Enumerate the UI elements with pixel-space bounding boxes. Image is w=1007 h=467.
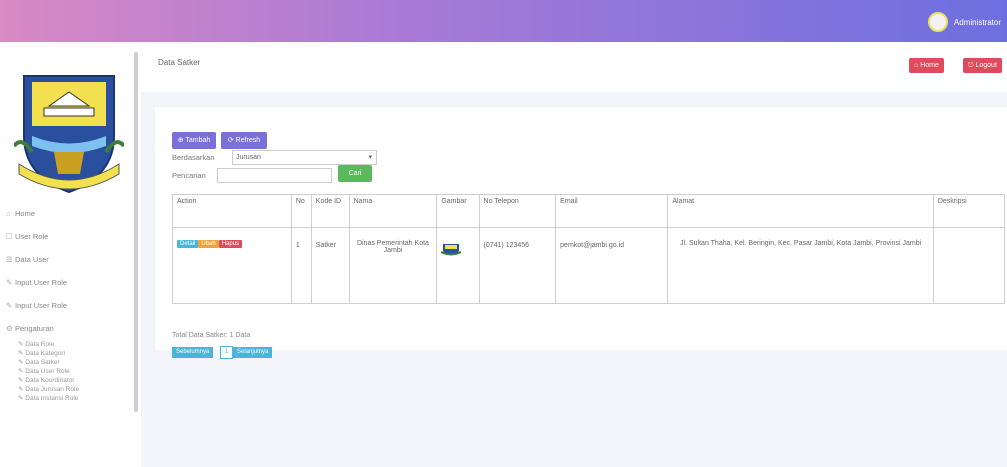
submenu-item[interactable]: ✎ Data Role xyxy=(18,340,130,349)
sidebar-item-input-user-role-2[interactable]: ✎ Input User Role xyxy=(4,294,130,317)
user-icon: ☐ xyxy=(6,232,13,241)
submenu-item[interactable]: ✎ Data Instansi Role xyxy=(18,394,130,403)
sidebar-item-pengaturan[interactable]: ⚙ Pengaturan xyxy=(4,317,130,340)
submenu-item[interactable]: ✎ Data Kategori xyxy=(18,349,130,358)
row-actions: Detail Ubah Hapus xyxy=(172,227,292,304)
table-row: Detail Ubah Hapus 1 Satker Dinas Pemerinta… xyxy=(172,227,1006,304)
submenu-item[interactable]: ✎ Data User Role xyxy=(18,367,130,376)
page-title: Data Satker xyxy=(158,58,201,67)
th-gambar: Gambar xyxy=(436,194,480,228)
th-alamat: Alamat xyxy=(667,194,934,228)
cell-no: 1 xyxy=(290,227,312,304)
th-no: No xyxy=(290,194,312,228)
main-content: Data Satker ⌂ Home ⎋ Logout ⊕ Tambah ⟳ R… xyxy=(141,42,1007,467)
sidebar-item-data-user[interactable]: ☰ Data User xyxy=(4,248,130,271)
cog-icon: ⚙ xyxy=(6,324,13,333)
hapus-button[interactable]: Hapus xyxy=(218,240,243,248)
edit-icon: ✎ xyxy=(6,301,13,310)
cell-kode: Satker xyxy=(310,227,350,304)
home-icon: ⌂ xyxy=(6,209,11,218)
filter-label: Berdasarkan xyxy=(172,153,215,162)
satker-table: Action No Kode ID Nama Gambar No Telepon… xyxy=(172,194,1006,304)
edit-icon: ✎ xyxy=(6,278,13,287)
th-kode: Kode ID xyxy=(310,194,350,228)
cell-email: pemkot@jambi.go.id xyxy=(555,227,669,304)
user-menu[interactable]: Administrator xyxy=(927,12,1001,32)
th-telepon: No Telepon xyxy=(478,194,557,228)
satker-logo-thumb xyxy=(440,244,462,256)
avatar xyxy=(927,12,948,32)
sidebar-scrollbar[interactable] xyxy=(134,52,138,412)
page-number[interactable]: 1 xyxy=(220,346,234,359)
sidebar-item-user-role[interactable]: ☐ User Role xyxy=(4,225,130,248)
home-button[interactable]: ⌂ Home xyxy=(909,58,944,73)
top-navbar: Administrator xyxy=(0,0,1007,42)
chevron-down-icon: ▾ xyxy=(368,154,372,161)
submenu-item[interactable]: ✎ Data Satker xyxy=(18,358,130,367)
province-logo xyxy=(14,75,124,194)
cari-button[interactable]: Cari xyxy=(338,165,372,182)
cell-gambar xyxy=(436,227,480,304)
user-name: Administrator xyxy=(953,17,1001,27)
sidebar-menu: ⌂ Home ☐ User Role ☰ Data User ✎ Input User … xyxy=(4,202,130,403)
detail-button[interactable]: Detail xyxy=(177,240,199,248)
table-header-row: Action No Kode ID Nama Gambar No Telepon… xyxy=(172,194,1006,228)
th-deskripsi: Deskripsi xyxy=(932,194,1006,228)
refresh-icon: ⟳ xyxy=(227,137,236,144)
sidebar-submenu: ✎ Data Role ✎ Data Kategori ✎ Data Satke… xyxy=(4,340,130,403)
th-action: Action xyxy=(172,194,292,228)
tambah-button[interactable]: ⊕ Tambah xyxy=(172,132,216,149)
ubah-button[interactable]: Ubah xyxy=(198,240,219,248)
sidebar-item-home[interactable]: ⌂ Home xyxy=(4,202,130,225)
th-email: Email xyxy=(555,194,669,228)
cell-alamat: Jl. Sultan Thaha, Kel. Beringin, Kec. Pa… xyxy=(667,227,934,304)
cell-deskripsi xyxy=(932,227,1006,304)
next-page-button[interactable]: Selanjutnya xyxy=(233,347,273,358)
cell-nama: Dinas Pemerintah Kota Jambi xyxy=(348,227,438,304)
submenu-item[interactable]: ✎ Data Koordinator xyxy=(18,376,130,385)
search-label: Pencarian xyxy=(172,171,206,180)
list-icon: ☰ xyxy=(6,255,13,264)
th-nama: Nama xyxy=(348,194,438,228)
logout-button[interactable]: ⎋ Logout xyxy=(963,58,1002,73)
prev-page-button[interactable]: Sebelumnya xyxy=(172,347,214,358)
refresh-button[interactable]: ⟳ Refresh xyxy=(221,132,267,149)
filter-select[interactable]: Jurusan ▾ xyxy=(232,150,377,165)
page-header: Data Satker ⌂ Home ⎋ Logout xyxy=(141,42,1007,92)
search-input[interactable] xyxy=(217,168,332,183)
sidebar-item-input-user-role[interactable]: ✎ Input User Role xyxy=(4,271,130,294)
sidebar: ⌂ Home ☐ User Role ☰ Data User ✎ Input User … xyxy=(0,42,138,467)
submenu-item[interactable]: ✎ Data Jurusan Role xyxy=(18,385,130,394)
total-count: Total Data Satker: 1 Data xyxy=(172,332,251,339)
cell-telepon: (0741) 123456 xyxy=(478,227,557,304)
